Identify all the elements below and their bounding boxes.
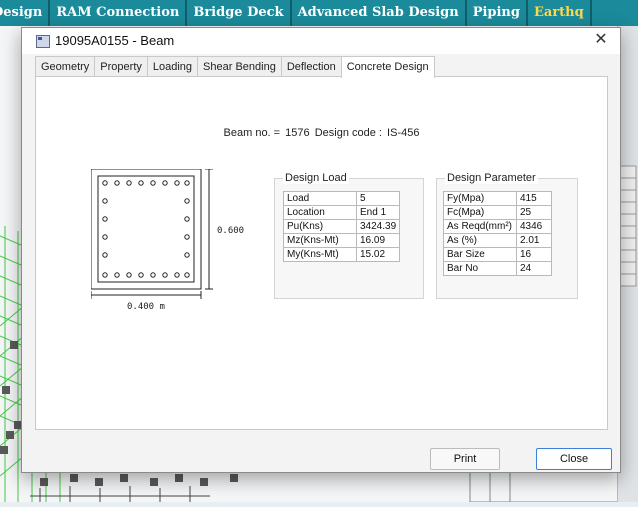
section-depth-label: 0.600	[217, 226, 245, 236]
table-row: Pu(Kns) 3424.39	[283, 219, 401, 234]
design-parameter-group: Design Parameter Fy(Mpa) 415 Fc(Mpa) 25 As…	[436, 172, 578, 299]
right-panel-marks	[619, 165, 637, 287]
design-parameter-value: 2.01	[516, 233, 552, 248]
dialog-title: 19095A0155 - Beam	[55, 33, 175, 48]
design-load-key: Pu(Kns)	[283, 219, 357, 234]
design-parameter-title: Design Parameter	[445, 172, 538, 184]
design-parameter-key: As (%)	[443, 233, 517, 248]
design-load-value: End 1	[355, 205, 401, 220]
ribbon-tab-ram-connection[interactable]: RAM Connection	[50, 0, 188, 26]
tab-deflection[interactable]: Deflection	[280, 56, 342, 77]
ribbon-tabs: Design RAM Connection Bridge Deck Advanc…	[0, 0, 638, 26]
tab-property[interactable]: Property	[94, 56, 148, 77]
ribbon-tab-bridge-deck[interactable]: Bridge Deck	[187, 0, 292, 26]
design-load-value: 5	[355, 191, 401, 206]
table-row: As Reqd(mm²) 4346	[443, 219, 552, 234]
table-row: Load 5	[283, 191, 401, 206]
beam-no-value: 1576	[285, 127, 310, 139]
design-parameter-value: 16	[516, 247, 552, 262]
close-button[interactable]: Close	[536, 448, 612, 470]
section-width-label: 0.400 m	[127, 302, 165, 312]
design-load-value: 16.09	[355, 233, 401, 248]
table-row: My(Kns-Mt) 15.02	[283, 247, 401, 262]
design-parameter-key: As Reqd(mm²)	[443, 219, 517, 234]
design-parameter-key: Fc(Mpa)	[443, 205, 517, 220]
print-button[interactable]: Print	[430, 448, 500, 470]
design-load-key: Load	[283, 191, 357, 206]
design-parameter-key: Fy(Mpa)	[443, 191, 517, 206]
ribbon-tab-advanced-slab-design[interactable]: Advanced Slab Design	[292, 0, 467, 26]
table-row: Fc(Mpa) 25	[443, 205, 552, 220]
design-load-group: Design Load Load 5 Location End 1 Pu(Kns) 3…	[274, 172, 424, 299]
table-row: Fy(Mpa) 415	[443, 191, 552, 206]
design-parameter-value: 415	[516, 191, 552, 206]
ribbon-tab-earthquake[interactable]: Earthq	[528, 0, 592, 26]
cross-section-drawing	[90, 168, 213, 299]
concrete-design-panel: Beam no. = 1576 Design code : IS-456 0.6…	[35, 76, 608, 430]
tab-concrete-design[interactable]: Concrete Design	[340, 56, 435, 78]
dialog-tabs: Geometry Property Loading Shear Bending …	[35, 56, 435, 78]
design-parameter-table: Fy(Mpa) 415 Fc(Mpa) 25 As Reqd(mm²) 4346 As…	[443, 191, 552, 276]
design-parameter-key: Bar No	[443, 261, 517, 276]
design-parameter-value: 24	[516, 261, 552, 276]
ribbon-tab-piping[interactable]: Piping	[467, 0, 528, 26]
beam-info-line: Beam no. = 1576 Design code : IS-456	[36, 127, 607, 139]
table-row: Bar Size 16	[443, 247, 552, 262]
tab-geometry[interactable]: Geometry	[35, 56, 96, 77]
design-load-key: Location	[283, 205, 357, 220]
beam-no-label: Beam no. =	[223, 127, 281, 139]
design-parameter-value: 25	[516, 205, 552, 220]
design-parameter-key: Bar Size	[443, 247, 517, 262]
close-icon[interactable]: ✕	[590, 30, 612, 50]
design-load-key: Mz(Kns-Mt)	[283, 233, 357, 248]
tab-shear-bending[interactable]: Shear Bending	[197, 56, 282, 77]
table-row: Bar No 24	[443, 261, 552, 276]
table-row: As (%) 2.01	[443, 233, 552, 248]
table-row: Location End 1	[283, 205, 401, 220]
design-code-label: Design code :	[314, 127, 382, 139]
window-icon	[36, 35, 50, 48]
beam-dialog: 19095A0155 - Beam ✕ Geometry Property Lo…	[21, 27, 621, 473]
dialog-titlebar[interactable]: 19095A0155 - Beam ✕	[22, 28, 620, 54]
design-load-title: Design Load	[283, 172, 349, 184]
design-load-value: 3424.39	[355, 219, 401, 234]
design-parameter-value: 4346	[516, 219, 552, 234]
design-code-value: IS-456	[387, 127, 420, 139]
table-row: Mz(Kns-Mt) 16.09	[283, 233, 401, 248]
tab-loading[interactable]: Loading	[146, 56, 199, 77]
design-load-table: Load 5 Location End 1 Pu(Kns) 3424.39 Mz(Kn…	[283, 191, 401, 262]
design-load-key: My(Kns-Mt)	[283, 247, 357, 262]
beam-cross-section: 0.600 0.400 m	[90, 168, 281, 312]
ribbon-tab-design[interactable]: Design	[0, 0, 51, 26]
design-load-value: 15.02	[355, 247, 401, 262]
